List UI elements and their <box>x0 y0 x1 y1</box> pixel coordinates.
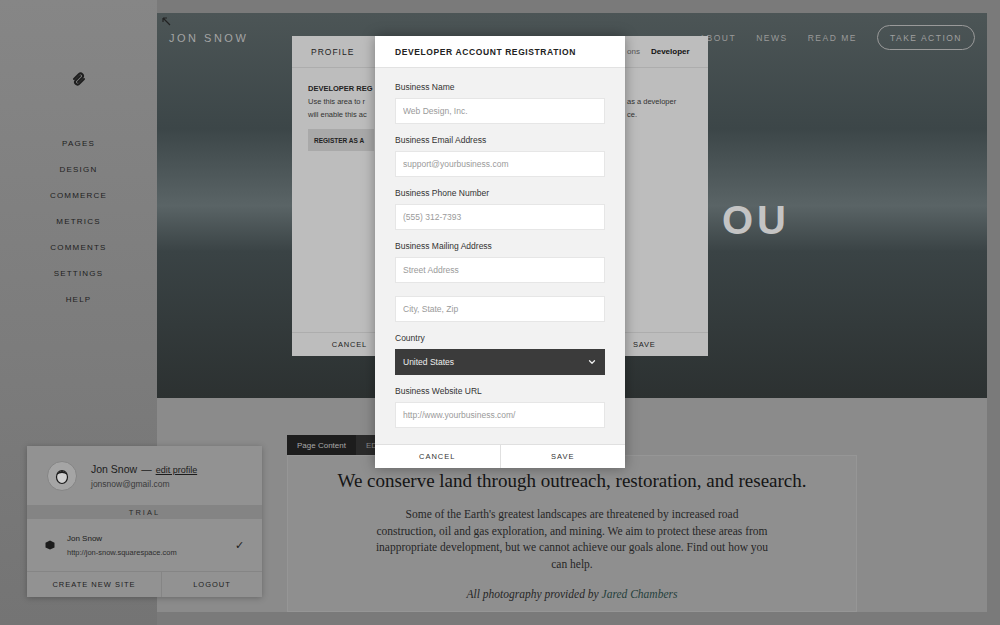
profile-tab[interactable]: Developer <box>651 47 690 56</box>
account-info: Jon Snow — edit profile jonsnow@gmail.com <box>91 463 197 489</box>
avatar[interactable] <box>47 461 77 491</box>
field-label: Business Phone Number <box>395 188 605 199</box>
field-label: Business Website URL <box>395 386 605 397</box>
profile-cancel-button[interactable]: CANCEL <box>292 332 375 356</box>
profile-left-column: PROFILE DEVELOPER REGUse this area to rwi… <box>292 36 375 356</box>
squarespace-logo-icon[interactable] <box>70 70 88 88</box>
form-field: Business Email Address <box>395 135 605 188</box>
content-block[interactable]: We conserve land through outreach, resto… <box>287 455 857 612</box>
selected-check: ✓ <box>235 539 244 552</box>
dialog-body: Business Name Business Email Address Busin… <box>375 68 625 444</box>
field-label: Business Name <box>395 82 605 93</box>
dialog-button[interactable]: CANCEL <box>375 445 501 468</box>
content-heading: We conserve land through outreach, resto… <box>328 470 816 492</box>
section-text: as a developer <box>627 95 708 108</box>
collapse-arrow-icon[interactable] <box>162 17 171 26</box>
profile-save-button[interactable]: SAVE <box>625 332 708 356</box>
account-name: Jon Snow <box>91 463 137 475</box>
section-text: ce. <box>627 108 708 121</box>
form-field: Business Name <box>395 82 605 135</box>
account-name-row: Jon Snow — edit profile <box>91 463 197 475</box>
profile-header: PROFILE <box>292 36 375 68</box>
separator: — <box>141 463 152 475</box>
text-input[interactable] <box>395 402 605 428</box>
nav-link[interactable]: READ ME <box>808 33 857 43</box>
site-name: Jon Snow <box>67 534 177 543</box>
photo-credit: All photography provided by Jared Chambe… <box>328 588 816 600</box>
form-field: Business Mailing Address <box>395 241 605 333</box>
plan-band: TRIAL <box>27 505 262 519</box>
text-input[interactable] <box>395 257 605 283</box>
edit-profile-link[interactable]: edit profile <box>156 465 198 475</box>
site-nav: ABOUTNEWSREAD METAKE ACTION <box>699 25 975 50</box>
sidebar-item[interactable]: COMMERCE <box>50 182 107 208</box>
nav-link[interactable]: NEWS <box>756 33 788 43</box>
sidebar-item[interactable]: DESIGN <box>60 156 98 182</box>
account-action-button[interactable]: LOGOUT <box>162 572 262 597</box>
cta-button[interactable]: TAKE ACTION <box>877 25 975 50</box>
text-input[interactable] <box>395 204 605 230</box>
profile-title: PROFILE <box>311 47 354 57</box>
text-input[interactable] <box>395 296 605 322</box>
register-button[interactable]: REGISTER AS A <box>308 129 374 151</box>
sidebar-item[interactable]: METRICS <box>56 208 100 234</box>
profile-tab[interactable]: ons <box>627 47 640 56</box>
dialog-button[interactable]: SAVE <box>501 445 626 468</box>
form-field: Business Phone Number <box>395 188 605 241</box>
site-row[interactable]: Jon Snow http://jon-snow.squarespace.com ✓ <box>27 519 262 571</box>
profile-right-column: onsDeveloperas a developerce.SAVE <box>625 36 708 356</box>
account-panel: Jon Snow — edit profile jonsnow@gmail.com TR… <box>27 446 262 597</box>
profile-tabs: ons Developer <box>625 36 708 68</box>
site-info: Jon Snow http://jon-snow.squarespace.com <box>67 534 177 557</box>
profile-body: DEVELOPER REGUse this area to rwill enab… <box>292 68 375 332</box>
section-text: will enable this ac <box>308 108 375 121</box>
section-heading: DEVELOPER REG <box>308 82 375 95</box>
registration-dialog: DEVELOPER ACCOUNT REGISTRATIONBusiness N… <box>375 36 625 468</box>
form-field: Business Website URL <box>395 386 605 439</box>
account-actions: CREATE NEW SITELOGOUT <box>27 571 262 597</box>
content-paragraph: Some of the Earth's greatest landscapes … <box>375 506 770 572</box>
site-cube-icon <box>45 540 55 550</box>
country-select[interactable]: United States <box>395 349 605 375</box>
editor-page: PAGESDESIGNCOMMERCEMETRICSCOMMENTSSETTIN… <box>0 0 1000 625</box>
select-value: United States <box>403 357 454 367</box>
field-label: Business Email Address <box>395 135 605 146</box>
account-header: Jon Snow — edit profile jonsnow@gmail.com <box>27 446 262 505</box>
dialog-title: DEVELOPER ACCOUNT REGISTRATION <box>375 36 625 68</box>
field-label: Business Mailing Address <box>395 241 605 252</box>
text-input[interactable] <box>395 151 605 177</box>
site-url: http://jon-snow.squarespace.com <box>67 548 177 557</box>
account-action-button[interactable]: CREATE NEW SITE <box>27 572 162 597</box>
account-email: jonsnow@gmail.com <box>91 479 197 489</box>
profile-body-right: as a developerce. <box>625 68 708 332</box>
text-input[interactable] <box>395 98 605 124</box>
credit-link[interactable]: Jared Chambers <box>602 588 678 600</box>
sidebar-nav: PAGESDESIGNCOMMERCEMETRICSCOMMENTSSETTIN… <box>50 130 107 312</box>
sidebar-item[interactable]: PAGES <box>62 130 95 156</box>
sidebar-item[interactable]: COMMENTS <box>50 234 106 260</box>
site-title[interactable]: JON SNOW <box>169 32 248 44</box>
section-text: Use this area to r <box>308 95 375 108</box>
sidebar-item[interactable]: SETTINGS <box>54 260 104 286</box>
chevron-down-icon <box>587 357 597 367</box>
editor-tab[interactable]: Page Content <box>287 435 356 455</box>
sidebar-item[interactable]: HELP <box>66 286 92 312</box>
form-field: Country United States <box>395 333 605 386</box>
field-label: Country <box>395 333 605 344</box>
dialog-footer: CANCELSAVE <box>375 444 625 468</box>
user-face-icon <box>54 467 70 485</box>
